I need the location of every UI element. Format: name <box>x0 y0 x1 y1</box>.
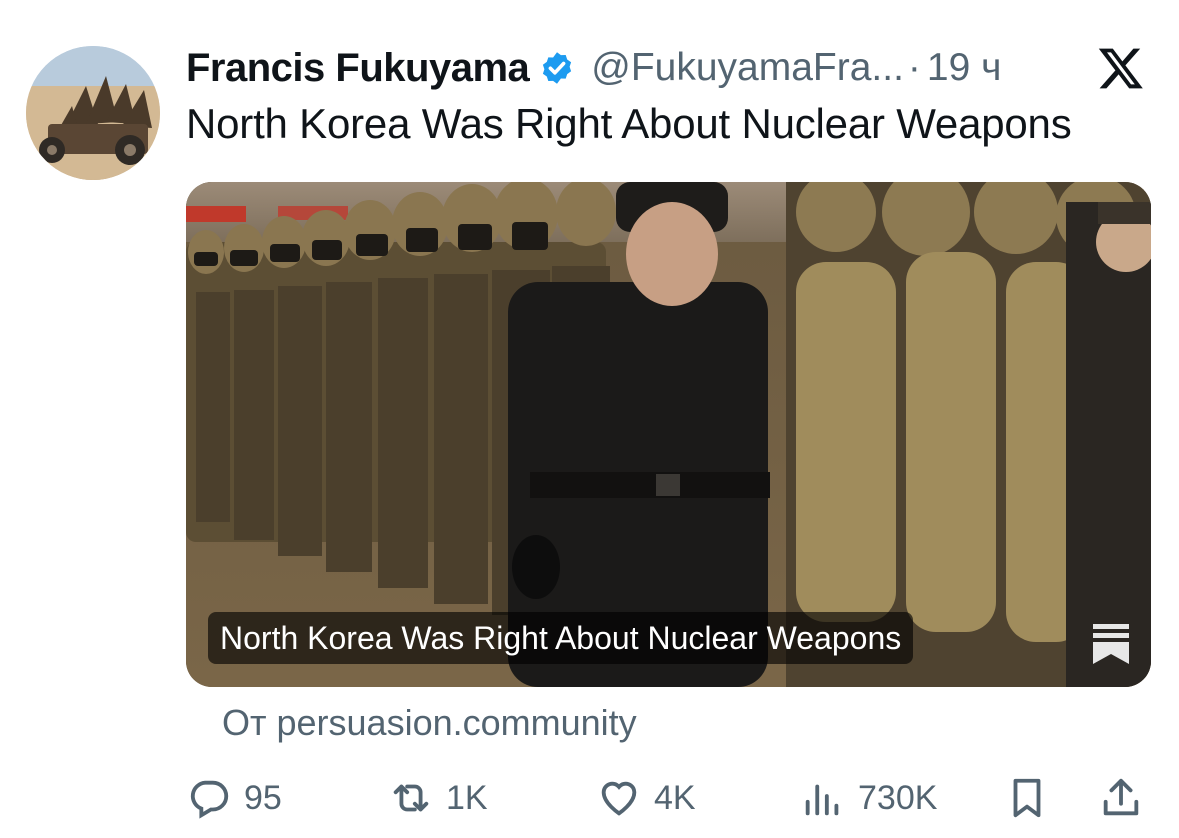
repost-button[interactable]: 1K <box>388 768 488 828</box>
views-count: 730K <box>858 778 938 817</box>
repost-icon <box>393 784 429 812</box>
bookmark-icon <box>1013 778 1041 818</box>
reply-count: 95 <box>244 778 282 817</box>
like-icon <box>601 781 637 816</box>
repost-count: 1K <box>446 778 488 817</box>
verified-badge-icon <box>543 52 572 84</box>
views-icon <box>805 784 839 816</box>
author-handle[interactable]: @FukuyamaFra... <box>591 46 904 90</box>
share-button[interactable] <box>1098 768 1144 828</box>
bookmark-icon[interactable] <box>1091 622 1131 666</box>
reply-button[interactable]: 95 <box>186 768 282 828</box>
views-button[interactable]: 730K <box>800 768 937 828</box>
like-button[interactable]: 4K <box>596 768 696 828</box>
reply-icon <box>190 780 229 819</box>
x-logo-icon <box>1098 48 1143 89</box>
author-name[interactable]: Francis Fukuyama <box>186 46 530 91</box>
card-source-domain[interactable]: От persuasion.community <box>222 702 637 744</box>
action-bar: 95 1K 4K 730K <box>0 768 1179 828</box>
card-caption: North Korea Was Right About Nuclear Weap… <box>208 612 914 664</box>
tweet-header: Francis Fukuyama @FukuyamaFra... · 19 ч <box>186 40 1145 96</box>
tweet-timestamp[interactable]: 19 ч <box>927 46 1002 90</box>
share-icon <box>1103 778 1139 816</box>
bookmark-button[interactable] <box>1004 768 1050 828</box>
author-avatar[interactable] <box>26 46 160 180</box>
like-count: 4K <box>654 778 696 817</box>
tweet-text: North Korea Was Right About Nuclear Weap… <box>186 100 1072 147</box>
link-card[interactable]: North Korea Was Right About Nuclear Weap… <box>186 182 1151 687</box>
meta-separator: · <box>907 46 921 89</box>
avatar-image <box>26 46 160 180</box>
